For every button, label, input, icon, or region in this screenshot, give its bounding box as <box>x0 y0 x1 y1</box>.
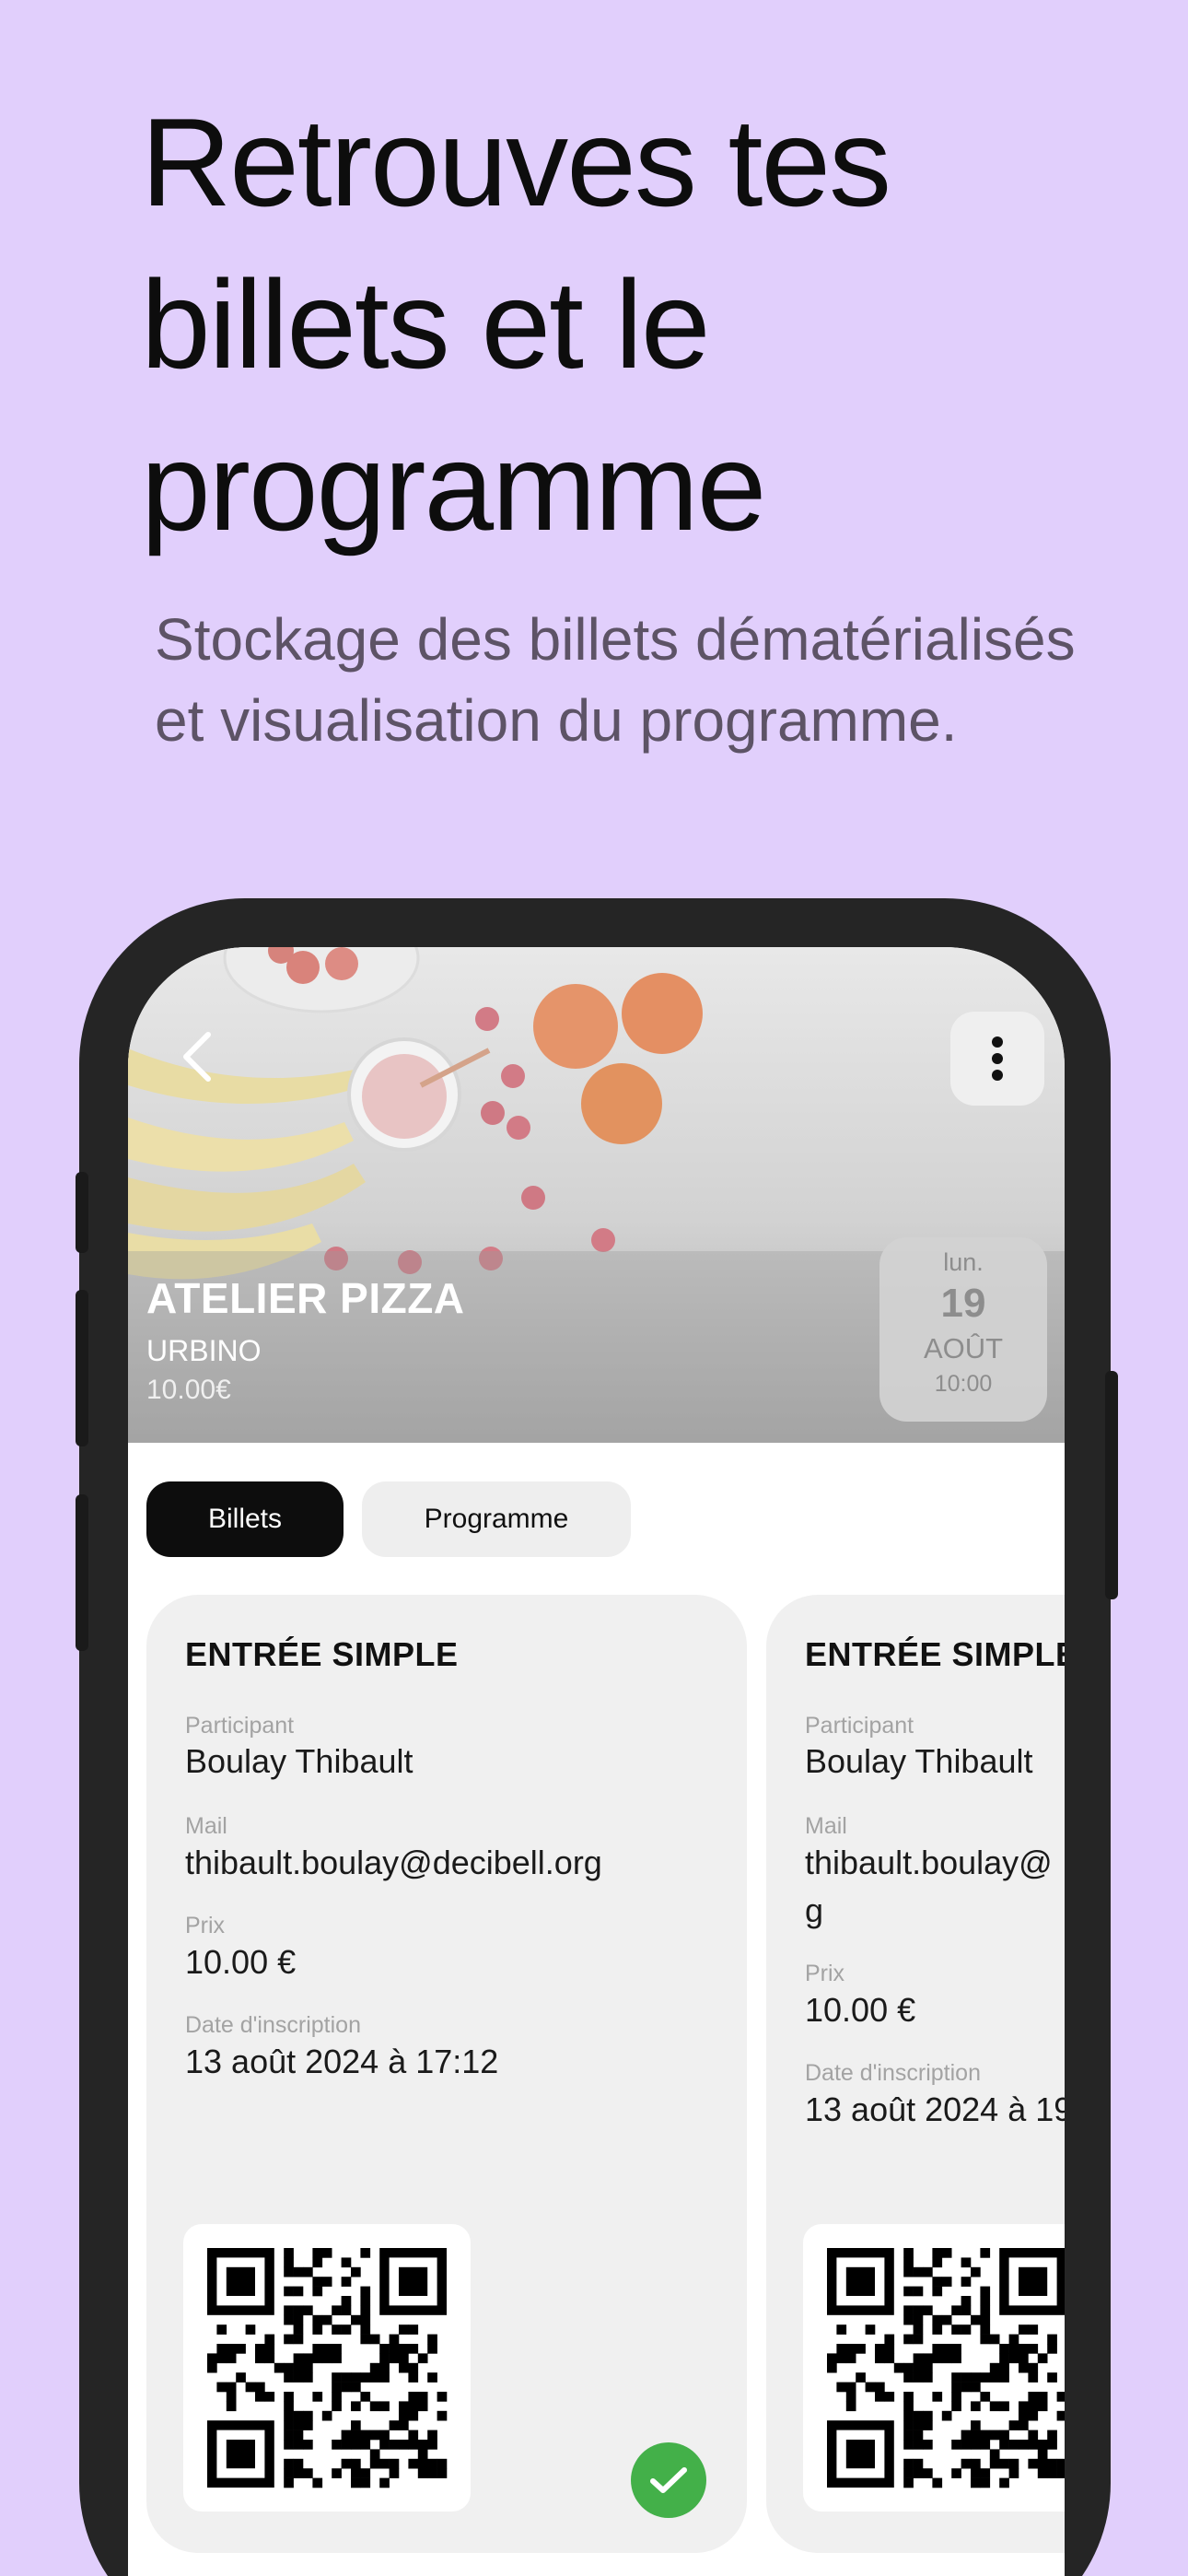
qr-code-image <box>827 2248 1065 2488</box>
event-city: URBINO <box>146 1334 262 1367</box>
registration-date-value: 13 août 2024 à 19 <box>805 2090 1065 2128</box>
participant-value: Boulay Thibault <box>805 1742 1033 1780</box>
mail-value-wrap: g <box>805 1891 824 1929</box>
event-price: 10.00€ <box>146 1375 231 1405</box>
event-time: 10:00 <box>934 1371 993 1397</box>
event-date-badge: lun. 19 AOÛT 10:00 <box>879 1237 1047 1422</box>
promo-headline: Retrouves tes billets et le programme <box>141 92 891 556</box>
event-hero: ATELIER PIZZA URBINO 10.00€ lun. 19 AOÛT… <box>128 947 1065 1443</box>
event-title: ATELIER PIZZA <box>146 1274 465 1322</box>
event-month: AOÛT <box>923 1332 1004 1364</box>
phone-power-button <box>1105 1371 1118 1599</box>
tab-billets[interactable]: Billets <box>146 1481 344 1557</box>
price-label: Prix <box>805 1961 845 1986</box>
phone-side-button <box>76 1172 88 1253</box>
mail-label: Mail <box>185 1813 227 1839</box>
phone-volume-down-button <box>76 1494 88 1651</box>
price-value: 10.00 € <box>805 1991 916 2029</box>
ticket-title: ENTRÉE SIMPLE <box>805 1635 1065 1673</box>
more-vertical-icon <box>992 1036 1003 1081</box>
event-day: 19 <box>940 1281 986 1326</box>
more-options-button[interactable] <box>950 1012 1044 1106</box>
ticket-card[interactable]: ENTRÉE SIMPLE Participant Boulay Thibaul… <box>146 1595 747 2553</box>
mail-value: thibault.boulay@ <box>805 1844 1053 1881</box>
promo-subline: Stockage des billets dématérialisés et v… <box>155 606 1076 754</box>
price-value: 10.00 € <box>185 1943 297 1981</box>
registration-date-value: 13 août 2024 à 17:12 <box>185 2043 499 2080</box>
tab-programme[interactable]: Programme <box>362 1481 631 1557</box>
event-weekday: lun. <box>943 1248 984 1276</box>
ticket-card[interactable]: ENTRÉE SIMPLE Participant Boulay Thibaul… <box>766 1595 1065 2553</box>
phone-volume-up-button <box>76 1290 88 1446</box>
app-screen: ATELIER PIZZA URBINO 10.00€ lun. 19 AOÛT… <box>128 947 1065 2576</box>
mail-value: thibault.boulay@decibell.org <box>185 1844 602 1881</box>
chevron-left-icon <box>183 1032 211 1082</box>
qr-code <box>183 2224 471 2512</box>
registration-date-label: Date d'inscription <box>185 2012 361 2038</box>
ticket-title: ENTRÉE SIMPLE <box>185 1635 459 1673</box>
registration-date-label: Date d'inscription <box>805 2060 981 2086</box>
back-button[interactable] <box>165 1025 229 1089</box>
mail-label: Mail <box>805 1813 847 1839</box>
price-label: Prix <box>185 1913 226 1938</box>
validated-check-icon <box>631 2442 706 2518</box>
participant-label: Participant <box>185 1713 295 1739</box>
participant-value: Boulay Thibault <box>185 1742 413 1780</box>
participant-label: Participant <box>805 1713 914 1739</box>
qr-code-image <box>207 2248 448 2488</box>
qr-code <box>803 2224 1065 2512</box>
